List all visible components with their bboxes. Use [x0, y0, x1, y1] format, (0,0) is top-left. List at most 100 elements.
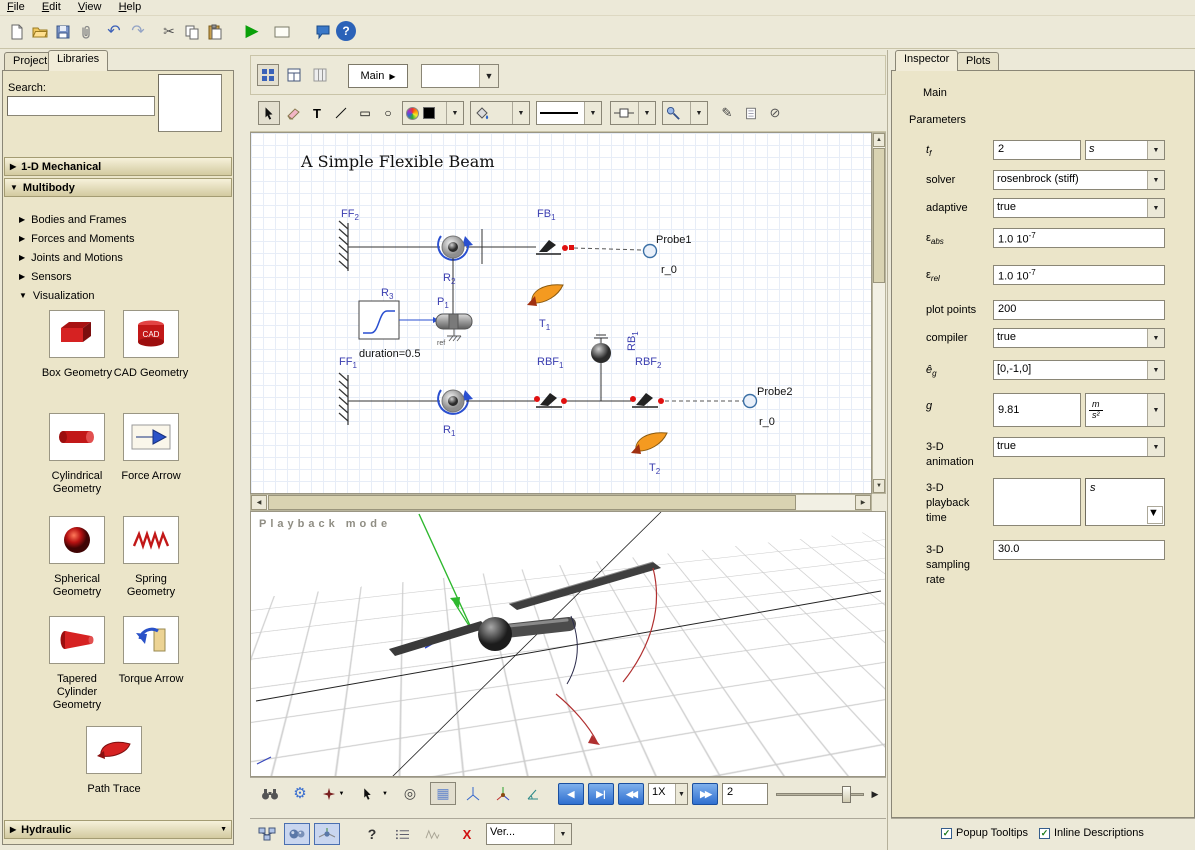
view-3d-button[interactable]	[314, 823, 340, 845]
chevron-down-icon[interactable]: ▼	[1147, 329, 1164, 347]
palette-box-geometry[interactable]: Box Geometry	[38, 310, 116, 380]
columns-view-button[interactable]	[309, 64, 331, 86]
tree-sensors[interactable]: ▶Sensors	[2, 267, 232, 286]
playback-speed-select[interactable]: 1X ▼	[648, 783, 688, 805]
new-button[interactable]	[6, 21, 28, 43]
scroll-left-icon[interactable]: ◀	[251, 495, 267, 510]
line-tool-button[interactable]	[330, 101, 352, 125]
chevron-down-icon[interactable]: ▼	[1147, 171, 1164, 189]
chevron-down-icon[interactable]: ▼	[1147, 141, 1164, 159]
palette-cad-geometry[interactable]: CAD CAD Geometry	[112, 310, 190, 380]
eps-rel-field[interactable]: 1.0 10-7	[993, 265, 1165, 285]
tab-plots[interactable]: Plots	[957, 52, 999, 71]
disable-component-button[interactable]: ⊘	[764, 101, 786, 125]
scrollbar-thumb[interactable]	[268, 495, 796, 510]
menu-view[interactable]: View	[71, 0, 109, 14]
tree-joints-and-motions[interactable]: ▶Joints and Motions	[2, 248, 232, 267]
fill-select[interactable]: ▼	[470, 101, 530, 125]
chevron-down-icon[interactable]: ▼	[690, 102, 707, 124]
copy-button[interactable]	[181, 21, 203, 43]
slider-more-button[interactable]: ▶	[868, 786, 882, 803]
tree-visualization[interactable]: ▼Visualization	[2, 286, 232, 305]
component-rbf1[interactable]	[534, 393, 567, 407]
playback-3d-view[interactable]: Playback mode	[250, 511, 886, 777]
toggle-grid-button[interactable]: ▦	[430, 782, 456, 805]
message-console-button[interactable]	[390, 823, 414, 845]
open-button[interactable]	[29, 21, 51, 43]
undo-button[interactable]: ↶	[103, 19, 125, 43]
browse-components-button[interactable]	[257, 64, 279, 86]
playback-time-unit-select[interactable]: s ▼	[1085, 478, 1165, 526]
popup-tooltips-option[interactable]: ✓ Popup Tooltips	[941, 827, 1028, 839]
model-view-button[interactable]	[254, 823, 280, 845]
menu-edit[interactable]: Edit	[35, 0, 68, 14]
multibody-view-button[interactable]	[284, 823, 310, 845]
run-simulation-button[interactable]: ▶	[240, 18, 264, 44]
color-select[interactable]: ▼	[402, 101, 464, 125]
rectangle-tool-button[interactable]: ▭	[354, 101, 376, 125]
component-ff1[interactable]	[339, 373, 348, 425]
attach-button[interactable]	[75, 21, 97, 43]
close-console-button[interactable]: X	[455, 823, 479, 845]
chevron-down-icon[interactable]: ▼	[1147, 394, 1164, 426]
subsystem-select[interactable]: ▼	[421, 64, 499, 88]
tree-bodies-and-frames[interactable]: ▶Bodies and Frames	[2, 210, 232, 229]
palette-torque-arrow[interactable]: Torque Arrow	[112, 616, 190, 686]
redo-button[interactable]: ↷	[127, 19, 149, 43]
zoom-fit-button[interactable]	[258, 783, 282, 805]
canvas-vertical-scrollbar[interactable]: ▲ ▼	[872, 132, 886, 494]
section-1d-mechanical[interactable]: ▶ 1-D Mechanical	[4, 157, 232, 176]
palette-spring-geometry[interactable]: Spring Geometry	[112, 516, 190, 599]
component-r1[interactable]	[438, 390, 473, 414]
g-value-field[interactable]: 9.81	[993, 393, 1081, 427]
chevron-down-icon[interactable]: ▼	[584, 102, 601, 124]
chevron-down-icon[interactable]: ▼	[675, 784, 687, 804]
port-select[interactable]: ▼	[610, 101, 656, 125]
probe-select[interactable]: ▼	[662, 101, 708, 125]
palette-force-arrow[interactable]: Force Arrow	[112, 413, 190, 483]
chevron-down-icon[interactable]: ▼	[1147, 361, 1164, 379]
solver-select[interactable]: rosenbrock (stiff) ▼	[993, 170, 1165, 190]
fast-forward-button[interactable]: ▶▶	[692, 783, 718, 805]
tab-libraries[interactable]: Libraries	[48, 50, 108, 71]
probe2[interactable]	[744, 395, 757, 408]
select-3d-button[interactable]	[356, 783, 378, 805]
palette-path-trace[interactable]: Path Trace	[75, 726, 153, 796]
eps-abs-field[interactable]: 1.0 10-7	[993, 228, 1165, 248]
version-select[interactable]: Ver... ▼	[486, 823, 572, 845]
settings-button[interactable]: ⚙	[288, 781, 312, 805]
rewind-button[interactable]: ◀◀	[618, 783, 644, 805]
chevron-down-icon[interactable]: ▼	[1147, 199, 1164, 217]
component-rb[interactable]	[591, 335, 611, 401]
checkbox-checked-icon[interactable]: ✓	[941, 828, 952, 839]
chevron-down-icon[interactable]: ▼	[479, 65, 498, 87]
chevron-down-icon[interactable]: ▼	[379, 783, 391, 805]
line-style-select[interactable]: ▼	[536, 101, 602, 125]
chevron-down-icon[interactable]: ▼	[446, 102, 463, 124]
chevron-down-icon[interactable]: ▼	[1147, 438, 1164, 456]
component-rbf2[interactable]	[630, 393, 664, 407]
documentation-button[interactable]: ?	[360, 823, 384, 845]
perspective-button[interactable]	[520, 782, 546, 805]
palette-spherical-geometry[interactable]: Spherical Geometry	[38, 516, 116, 599]
scroll-down-icon[interactable]: ▼	[220, 826, 227, 833]
simulation-results-button[interactable]	[420, 823, 444, 845]
cut-button[interactable]: ✂	[158, 19, 180, 43]
ellipse-tool-button[interactable]: ○	[377, 101, 399, 125]
model-tree-button[interactable]	[283, 64, 305, 86]
model-canvas[interactable]: A Simple Flexible Beam	[250, 132, 872, 494]
text-tool-button[interactable]: T	[306, 101, 328, 125]
select-tool-button[interactable]	[258, 101, 280, 125]
checkbox-checked-icon[interactable]: ✓	[1039, 828, 1050, 839]
chevron-down-icon[interactable]: ▼	[512, 102, 529, 124]
inline-descriptions-option[interactable]: ✓ Inline Descriptions	[1039, 827, 1144, 839]
playback-time-field[interactable]: 2	[722, 783, 768, 805]
chevron-down-icon[interactable]: ▼	[554, 824, 571, 844]
tf-unit-select[interactable]: s ▼	[1085, 140, 1165, 160]
compiler-select[interactable]: true ▼	[993, 328, 1165, 348]
component-t1[interactable]	[527, 285, 563, 306]
section-hydraulic[interactable]: ▶ Hydraulic ▼	[4, 820, 232, 839]
component-r2[interactable]	[438, 236, 473, 260]
component-p1[interactable]	[436, 314, 472, 341]
toggle-axes-button[interactable]	[460, 782, 486, 805]
